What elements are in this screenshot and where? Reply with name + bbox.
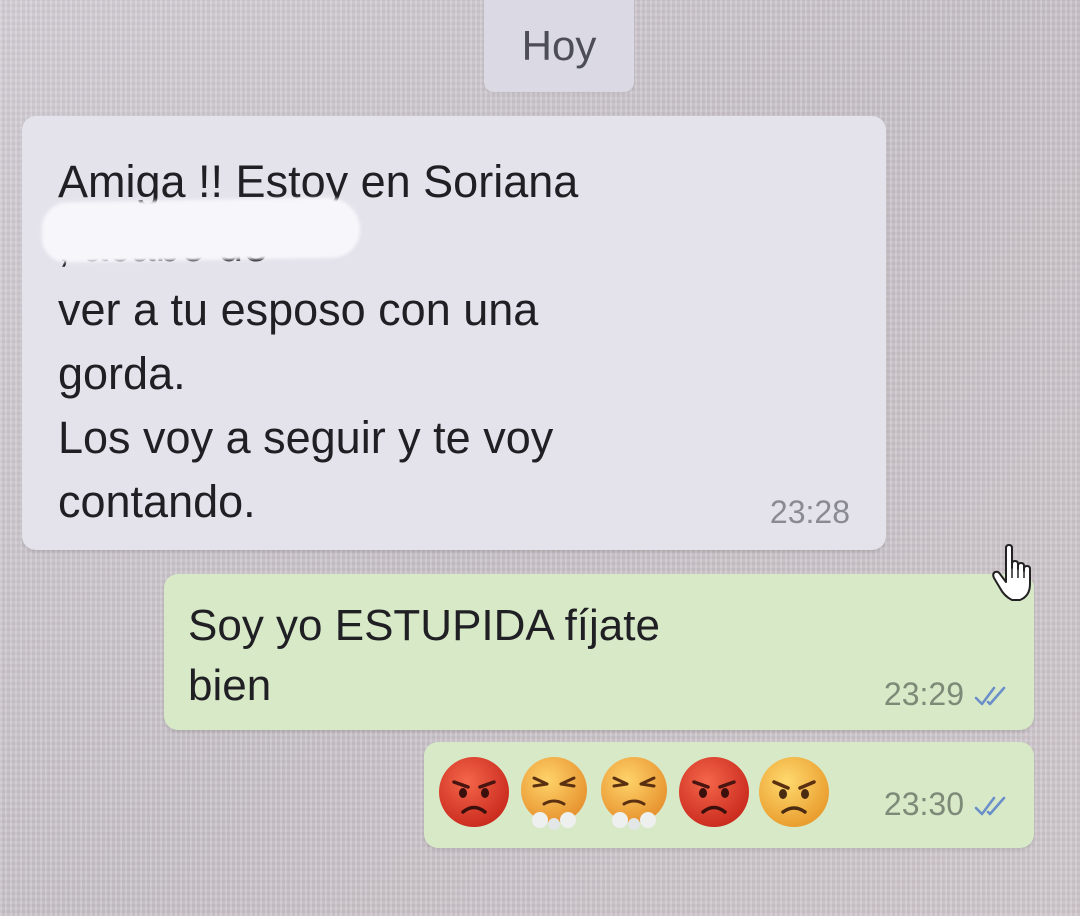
date-separator: Hoy (484, 0, 634, 92)
face-with-steam-icon (521, 757, 587, 830)
double-check-icon (974, 796, 1006, 816)
hand-pointer-cursor-icon (992, 544, 1031, 601)
chat-conversation: Hoy Amiga !! Estoy en Soriana ; acabo de… (0, 0, 1080, 916)
message-timestamp: 23:30 (883, 786, 964, 822)
pouting-face-icon (679, 757, 749, 827)
redaction-scribble (41, 197, 361, 263)
outgoing-emoji-message-bubble[interactable]: 23:30 (424, 742, 1034, 848)
emoji-row (436, 754, 832, 832)
angry-face-icon (759, 757, 829, 827)
message-text: Soy yo ESTUPIDA fíjate bien (188, 601, 660, 710)
outgoing-message-bubble[interactable]: Soy yo ESTUPIDA fíjate bien 23:29 (164, 574, 1034, 730)
pouting-face-icon (439, 757, 509, 827)
double-check-icon (974, 686, 1006, 706)
incoming-message-bubble[interactable]: Amiga !! Estoy en Soriana ; acabo de ver… (22, 116, 886, 550)
message-timestamp: 23:28 (769, 494, 850, 530)
message-timestamp: 23:29 (883, 676, 964, 712)
face-with-steam-icon (601, 757, 667, 830)
